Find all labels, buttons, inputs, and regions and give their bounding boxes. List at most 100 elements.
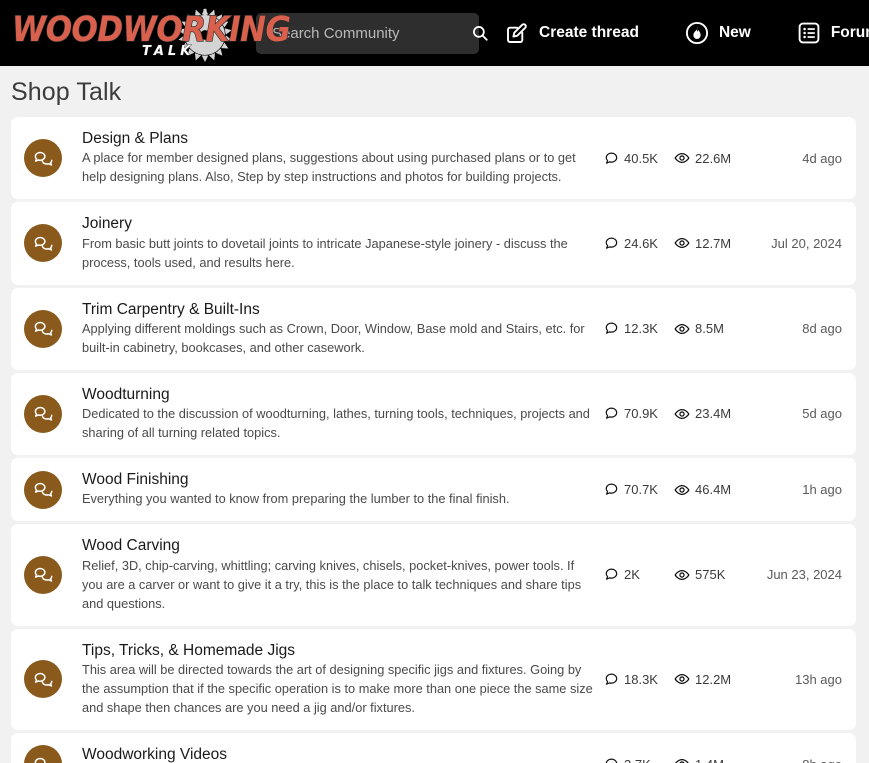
- posts-stat: 3.7K: [604, 757, 670, 763]
- site-logo[interactable]: WOODWORKING TALK: [10, 7, 292, 62]
- compose-icon: [507, 23, 527, 43]
- chat-bubbles-icon: [34, 407, 52, 422]
- forum-title[interactable]: Woodworking Videos: [82, 745, 596, 763]
- forum-title[interactable]: Wood Carving: [82, 536, 596, 555]
- posts-stat: 24.6K: [604, 236, 670, 251]
- eye-icon: [675, 759, 689, 763]
- forum-title[interactable]: Design & Plans: [82, 129, 596, 148]
- chat-bubbles-icon: [34, 757, 46, 763]
- eye-icon: [674, 408, 690, 419]
- forum-avatar: [24, 555, 62, 594]
- forum-avatar: [24, 139, 62, 178]
- forum-info: Wood Finishing Everything you wanted to …: [82, 470, 596, 509]
- views-count: 23.4M: [695, 406, 732, 422]
- posts-stat: 70.7K: [604, 482, 670, 497]
- eye-icon: [674, 238, 690, 249]
- forum-info: Wood Carving Relief, 3D, chip-carving, w…: [82, 536, 596, 613]
- views-count: 12.7M: [695, 235, 732, 251]
- forum-description: Dedicated to the discussion of woodturni…: [82, 406, 590, 441]
- search-input[interactable]: [272, 24, 471, 42]
- comment-icon: [605, 152, 618, 164]
- forum-stats: 70.7K 46.4M: [604, 482, 744, 498]
- main-nav: Create thread New Forums: [479, 21, 869, 45]
- views-stat: 1.4M: [674, 756, 724, 763]
- forum-title[interactable]: Wood Finishing: [82, 470, 596, 489]
- forum-title[interactable]: Joinery: [82, 214, 596, 233]
- forum-last-activity: 4d ago: [802, 150, 842, 166]
- forum-row[interactable]: Trim Carpentry & Built-Ins Applying diff…: [11, 287, 856, 370]
- forum-description: Applying different moldings such as Crow…: [82, 320, 585, 355]
- eye-icon: [674, 569, 690, 580]
- forum-stats: 3.7K 1.4M: [604, 756, 744, 763]
- comment-icon: [605, 483, 618, 495]
- forum-avatar: [24, 660, 62, 699]
- nav-item-forums[interactable]: Forums: [797, 21, 869, 45]
- forum-last-activity: 13h ago: [795, 671, 842, 687]
- comment-icon: [605, 237, 618, 249]
- comment-icon: [605, 758, 618, 763]
- chat-bubbles-icon: [34, 568, 52, 583]
- forum-row[interactable]: Design & Plans A place for member design…: [11, 117, 856, 200]
- posts-count: 12.3K: [624, 321, 658, 337]
- nav-item-new[interactable]: New: [685, 21, 751, 45]
- forum-row[interactable]: Woodturning Dedicated to the discussion …: [11, 372, 856, 455]
- comment-icon: [605, 568, 618, 581]
- views-stat: 46.4M: [674, 482, 731, 498]
- forum-stats: 2K 575K: [604, 567, 744, 583]
- posts-count: 18.3K: [624, 671, 658, 687]
- posts-count: 70.9K: [624, 406, 658, 422]
- forum-row[interactable]: Tips, Tricks, & Homemade Jigs This area …: [11, 628, 856, 730]
- views-count: 8.5M: [695, 321, 724, 337]
- forum-description: From basic butt joints to dovetail joint…: [82, 235, 568, 270]
- page-title: Shop Talk: [11, 78, 122, 106]
- views-count: 12.2M: [695, 671, 732, 687]
- forum-row[interactable]: Joinery From basic butt joints to doveta…: [11, 202, 856, 285]
- forum-title[interactable]: Trim Carpentry & Built-Ins: [82, 300, 596, 319]
- nav-label-create-thread: Create thread: [539, 24, 639, 41]
- forum-row[interactable]: Wood Carving Relief, 3D, chip-carving, w…: [11, 524, 856, 626]
- forum-info: Woodturning Dedicated to the discussion …: [82, 385, 596, 443]
- forum-info: Design & Plans A place for member design…: [82, 129, 596, 187]
- forum-avatar: [24, 745, 62, 763]
- forum-row[interactable]: Woodworking Videos Share woodworking vid…: [11, 732, 856, 763]
- forum-stats: 40.5K 22.6M: [604, 150, 744, 166]
- forum-row[interactable]: Wood Finishing Everything you wanted to …: [11, 458, 856, 522]
- forum-info: Joinery From basic butt joints to doveta…: [82, 214, 596, 272]
- views-stat: 22.6M: [674, 150, 731, 166]
- forum-description: Relief, 3D, chip-carving, whittling; car…: [82, 557, 582, 611]
- chat-bubbles-icon: [34, 151, 52, 166]
- posts-count: 2K: [624, 567, 640, 583]
- views-count: 575K: [695, 567, 726, 583]
- logo-subword: TALK: [142, 44, 195, 59]
- forum-description: A place for member designed plans, sugge…: [82, 150, 576, 185]
- views-stat: 575K: [674, 567, 725, 583]
- posts-count: 3.7K: [624, 757, 651, 763]
- forum-stats: 18.3K 12.2M: [604, 671, 744, 687]
- list-icon: [798, 22, 820, 44]
- page-body: Shop Talk Design & Plans A place for mem…: [0, 66, 869, 763]
- forum-title[interactable]: Woodturning: [82, 385, 596, 404]
- views-stat: 12.2M: [674, 671, 731, 687]
- comment-icon: [605, 673, 618, 685]
- posts-stat: 18.3K: [604, 672, 670, 687]
- forum-last-activity: 5d ago: [802, 406, 842, 422]
- views-count: 1.4M: [695, 757, 724, 763]
- forum-stats: 12.3K 8.5M: [604, 321, 744, 337]
- forum-title[interactable]: Tips, Tricks, & Homemade Jigs: [82, 641, 596, 660]
- views-count: 22.6M: [695, 150, 732, 166]
- eye-icon: [674, 674, 690, 685]
- chat-bubbles-icon: [34, 321, 52, 336]
- forum-stats: 24.6K 12.7M: [604, 235, 744, 251]
- views-stat: 8.5M: [674, 321, 724, 337]
- forum-description: This area will be directed towards the a…: [82, 661, 593, 715]
- forum-info: Trim Carpentry & Built-Ins Applying diff…: [82, 300, 596, 358]
- flame-icon: [685, 21, 708, 45]
- posts-count: 24.6K: [624, 235, 658, 251]
- nav-item-create-thread[interactable]: Create thread: [505, 21, 639, 45]
- comment-icon: [605, 322, 618, 334]
- posts-count: 40.5K: [624, 150, 658, 166]
- forum-info: Tips, Tricks, & Homemade Jigs This area …: [82, 641, 596, 718]
- forum-description: Everything you wanted to know from prepa…: [82, 491, 510, 507]
- eye-icon: [674, 153, 690, 164]
- site-header: WOODWORKING TALK Create thread New: [0, 0, 869, 66]
